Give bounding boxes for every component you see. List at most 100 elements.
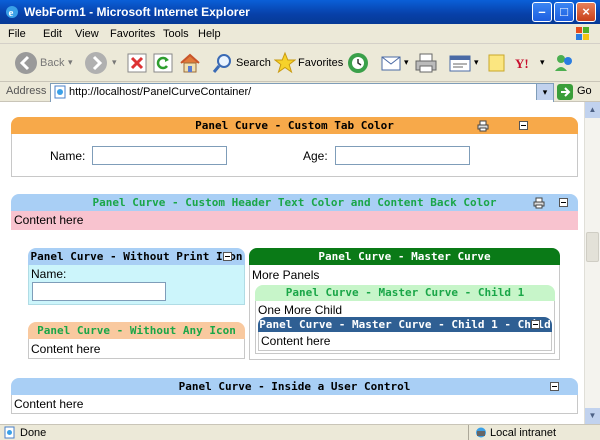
forward-dropdown-icon[interactable]: ▾ xyxy=(112,57,117,68)
back-icon[interactable] xyxy=(14,50,38,76)
collapse-icon[interactable] xyxy=(559,198,568,207)
panel-child1-body: One More Child Panel Curve - Master Curv… xyxy=(255,301,555,354)
panel-no-print-title: Panel Curve - Without Print Icon xyxy=(30,250,243,263)
home-icon[interactable] xyxy=(178,50,202,76)
panel-tab-color-body: Name: Age: xyxy=(11,134,578,177)
toolbar: Back ▾ ▾ Search Favorites ▾ ▾ Y! ▾ xyxy=(0,44,600,82)
collapse-icon[interactable] xyxy=(223,252,232,261)
panel-child1-header: Panel Curve - Master Curve - Child 1 xyxy=(255,285,555,301)
age-field[interactable] xyxy=(335,146,470,165)
name-field[interactable] xyxy=(92,146,227,165)
mail-dropdown-icon[interactable]: ▾ xyxy=(404,57,409,68)
menu-file[interactable]: File xyxy=(8,28,26,40)
address-url: http://localhost/PanelCurveContainer/ xyxy=(69,86,252,98)
panel-user-control-body: Content here xyxy=(11,395,578,414)
menu-tools[interactable]: Tools xyxy=(163,28,189,40)
menu-help[interactable]: Help xyxy=(198,28,221,40)
menu-bar: File Edit View Favorites Tools Help xyxy=(0,24,600,44)
panel-user-control-title: Panel Curve - Inside a User Control xyxy=(178,380,411,393)
close-button[interactable]: × xyxy=(576,2,596,22)
panel-master-body: More Panels Panel Curve - Master Curve -… xyxy=(249,265,560,360)
forward-icon[interactable] xyxy=(84,50,108,76)
address-bar: Address http://localhost/PanelCurveConta… xyxy=(0,82,600,103)
edit-icon[interactable] xyxy=(448,50,472,76)
panel-user-control-header: Panel Curve - Inside a User Control xyxy=(11,378,578,395)
panel-child1-title: Panel Curve - Master Curve - Child 1 xyxy=(285,286,525,299)
status-divider xyxy=(468,425,469,440)
page-icon xyxy=(54,85,66,99)
collapse-icon[interactable] xyxy=(519,121,528,130)
address-input[interactable]: http://localhost/PanelCurveContainer/ ▾ xyxy=(50,83,554,103)
address-label: Address xyxy=(6,85,47,97)
scroll-down-icon[interactable]: ▼ xyxy=(585,408,600,424)
favorites-label[interactable]: Favorites xyxy=(298,57,343,69)
go-label: Go xyxy=(577,85,592,97)
security-zone: Local intranet xyxy=(490,427,557,439)
content-text: Content here xyxy=(261,334,331,348)
go-arrow-icon xyxy=(557,84,573,100)
content-text: More Panels xyxy=(252,268,320,282)
content-text: Content here xyxy=(14,213,84,227)
panel-no-icon-title: Panel Curve - Without Any Icon xyxy=(37,324,236,337)
intranet-icon xyxy=(476,427,486,438)
svg-text:Y!: Y! xyxy=(515,56,529,71)
svg-text:e: e xyxy=(9,7,14,19)
page-content: Panel Curve - Custom Tab Color Name: Age… xyxy=(0,102,584,424)
mail-icon[interactable] xyxy=(380,50,404,76)
panel-header-text-title: Panel Curve - Custom Header Text Color a… xyxy=(92,196,497,209)
discuss-icon[interactable] xyxy=(486,50,508,76)
panel-no-icon-header: Panel Curve - Without Any Icon xyxy=(28,322,245,339)
menu-edit[interactable]: Edit xyxy=(43,28,62,40)
panel-child11-body: Content here xyxy=(258,332,552,351)
window-title: WebForm1 - Microsoft Internet Explorer xyxy=(24,5,250,19)
yahoo-dropdown-icon[interactable]: ▾ xyxy=(540,57,545,68)
address-dropdown-icon[interactable]: ▾ xyxy=(536,84,553,100)
internet-explorer-icon: e xyxy=(6,6,18,19)
title-bar: e WebForm1 - Microsoft Internet Explorer… xyxy=(0,0,600,24)
messenger-icon[interactable] xyxy=(552,50,578,76)
scroll-up-icon[interactable]: ▲ xyxy=(585,102,600,118)
content-text: Content here xyxy=(14,397,84,411)
vertical-scrollbar[interactable]: ▲ ▼ xyxy=(584,102,600,424)
panel-no-print-header: Panel Curve - Without Print Icon xyxy=(28,248,245,265)
minimize-button[interactable]: – xyxy=(532,2,552,22)
media-history-icon[interactable] xyxy=(346,50,370,76)
status-bar: Done Local intranet xyxy=(0,424,600,440)
panel-no-print-body: Name: xyxy=(28,265,245,305)
panel-master-title: Panel Curve - Master Curve xyxy=(318,250,491,263)
yahoo-icon[interactable]: Y! xyxy=(514,50,540,76)
favorites-star-icon[interactable] xyxy=(274,50,296,76)
name-label: Name: xyxy=(31,267,67,281)
panel-child11-header: Panel Curve - Master Curve - Child 1 - C… xyxy=(258,317,552,346)
windows-logo-icon xyxy=(576,27,589,40)
panel-master-header: Panel Curve - Master Curve xyxy=(249,248,560,265)
menu-favorites[interactable]: Favorites xyxy=(110,28,155,40)
panel-tab-color-title: Panel Curve - Custom Tab Color xyxy=(195,119,394,132)
scroll-thumb[interactable] xyxy=(586,232,599,262)
edit-dropdown-icon[interactable]: ▾ xyxy=(474,57,479,68)
search-icon[interactable] xyxy=(212,50,234,76)
panel-no-icon-body: Content here xyxy=(28,339,245,359)
page-done-icon xyxy=(4,426,15,439)
refresh-icon[interactable] xyxy=(152,50,174,76)
stop-icon[interactable] xyxy=(126,50,148,76)
print-icon[interactable] xyxy=(533,197,545,209)
back-label[interactable]: Back xyxy=(40,57,64,69)
age-label: Age: xyxy=(303,149,328,163)
panel-header-text-body: Content here xyxy=(11,211,578,230)
name-label: Name: xyxy=(50,149,86,163)
content-text: Content here xyxy=(31,342,101,356)
maximize-button[interactable]: □ xyxy=(554,2,574,22)
panel-tab-color-header: Panel Curve - Custom Tab Color xyxy=(11,117,578,134)
status-text: Done xyxy=(20,427,47,439)
name-field[interactable] xyxy=(32,282,166,301)
content-text: One More Child xyxy=(258,303,343,317)
panel-header-text-header: Panel Curve - Custom Header Text Color a… xyxy=(11,194,578,211)
collapse-icon[interactable] xyxy=(550,382,559,391)
print-icon[interactable] xyxy=(414,50,438,76)
search-label[interactable]: Search xyxy=(236,57,271,69)
menu-view[interactable]: View xyxy=(75,28,99,40)
print-icon[interactable] xyxy=(477,120,489,132)
collapse-icon[interactable] xyxy=(531,320,540,329)
back-dropdown-icon[interactable]: ▾ xyxy=(68,57,73,68)
